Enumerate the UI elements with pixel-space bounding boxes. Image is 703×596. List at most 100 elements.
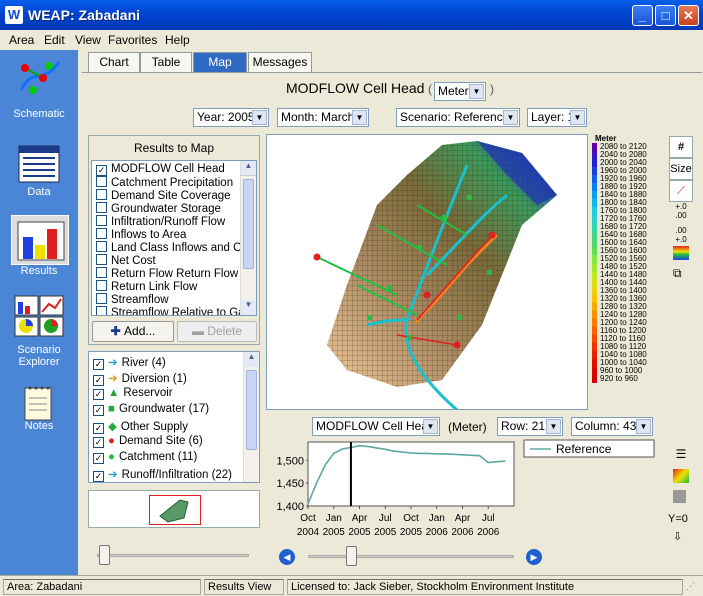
result-item[interactable]: Net Cost	[96, 254, 156, 267]
result-item[interactable]: Return Link Flow	[96, 280, 197, 293]
chart-variable-select[interactable]: MODFLOW Cell Head ▼	[312, 417, 440, 436]
map-layer-item[interactable]: ✓ ■ Groundwater (17)	[93, 403, 209, 416]
checkbox[interactable]	[96, 215, 107, 226]
row-select[interactable]: Row: 21 ▼	[497, 417, 563, 436]
checkbox[interactable]	[96, 280, 107, 291]
maximize-icon[interactable]: □	[655, 5, 676, 26]
scenario-select[interactable]: Scenario: Reference ▼	[396, 108, 520, 127]
result-item[interactable]: Streamflow Relative to Gaug	[96, 306, 256, 315]
month-select[interactable]: Month: March ▼	[277, 108, 369, 127]
checkbox[interactable]	[96, 189, 107, 200]
result-item[interactable]: Groundwater Storage	[96, 202, 221, 215]
increase-decimals-icon[interactable]: +.0.00	[669, 202, 693, 224]
overview-map[interactable]	[88, 490, 260, 528]
tab-chart[interactable]: Chart	[88, 52, 140, 72]
decrease-decimals-icon[interactable]: .00 +.0	[669, 226, 693, 248]
results-list-scrollbar[interactable]: ▲ ▼	[240, 161, 256, 315]
map-layer-item[interactable]: ✓ ◆ Other Supply	[93, 419, 188, 434]
result-item[interactable]: Demand Site Coverage	[96, 189, 231, 202]
result-item[interactable]: Catchment Precipitation	[96, 176, 233, 189]
menu-favorites[interactable]: Favorites	[108, 33, 157, 47]
add-result-button[interactable]: ✚ Add...	[92, 321, 174, 342]
next-month-icon[interactable]: ▶	[526, 549, 542, 565]
result-item[interactable]: Land Class Inflows and Outf	[96, 241, 255, 254]
grid-toggle-button[interactable]: #	[669, 136, 693, 158]
chevron-down-icon[interactable]: ▼	[423, 419, 438, 434]
result-item[interactable]: Inflows to Area	[96, 228, 186, 241]
menu-view[interactable]: View	[75, 33, 101, 47]
tab-table[interactable]: Table	[140, 52, 192, 72]
zoom-slider-thumb[interactable]	[99, 545, 110, 565]
map-layer-item[interactable]: ✓ ➔ Diversion (1)	[93, 371, 187, 386]
checkbox[interactable]: ✓	[93, 471, 104, 482]
checkbox[interactable]	[96, 241, 107, 252]
checkbox[interactable]: ✓	[93, 359, 104, 370]
map-layer-item[interactable]: ✓ ➔ River (4)	[93, 355, 166, 370]
map-layer-item[interactable]: ✓ ● Demand Site (6)	[93, 435, 203, 448]
checkbox[interactable]	[96, 228, 107, 239]
result-item[interactable]: Infiltration/Runoff Flow	[96, 215, 225, 228]
chart-line-icon[interactable]: ⟋	[669, 180, 693, 202]
checkbox[interactable]: ✓	[93, 375, 104, 386]
checkbox[interactable]: ✓	[93, 453, 104, 464]
checkbox[interactable]	[96, 254, 107, 265]
close-icon[interactable]: ✕	[678, 5, 699, 26]
result-item[interactable]: ✓ MODFLOW Cell Head	[96, 163, 225, 176]
view-results[interactable]: Results	[0, 213, 78, 283]
time-slider-track[interactable]	[308, 555, 514, 558]
delete-result-button[interactable]: ▬ Delete	[177, 321, 257, 342]
checkbox[interactable]	[96, 293, 107, 304]
overview-extent-box[interactable]	[149, 495, 201, 525]
chevron-down-icon[interactable]: ▼	[546, 419, 561, 434]
zoom-slider-track[interactable]	[97, 554, 249, 557]
unit-select[interactable]: Meter ▼	[434, 82, 486, 101]
map-canvas[interactable]	[266, 134, 588, 412]
chevron-down-icon[interactable]: ▼	[252, 110, 267, 125]
layer-select[interactable]: Layer: 1 ▼	[527, 108, 587, 127]
prev-month-icon[interactable]: ◀	[279, 549, 295, 565]
chart-color-icon[interactable]	[673, 469, 689, 483]
result-item[interactable]: Return Flow Return Flow Ro	[96, 267, 256, 280]
weap-app-icon[interactable]: W	[5, 6, 23, 24]
resize-grip-icon[interactable]: ⋰	[686, 581, 700, 595]
minimize-icon[interactable]: _	[632, 5, 653, 26]
chevron-down-icon[interactable]: ▼	[503, 110, 518, 125]
column-select[interactable]: Column: 43 ▼	[571, 417, 653, 436]
tab-map[interactable]: Map	[193, 52, 247, 72]
checkbox[interactable]	[96, 267, 107, 278]
checkbox[interactable]: ✓	[93, 405, 104, 416]
chevron-down-icon[interactable]: ▼	[570, 110, 585, 125]
checkbox[interactable]: ✓	[93, 423, 104, 434]
checkbox[interactable]: ✓	[93, 389, 104, 400]
menu-help[interactable]: Help	[165, 33, 190, 47]
chevron-down-icon[interactable]: ▼	[352, 110, 367, 125]
view-data[interactable]: Data	[0, 136, 78, 204]
export-down-icon[interactable]: ⇩	[673, 530, 682, 543]
checkbox[interactable]	[96, 306, 107, 315]
time-slider-thumb[interactable]	[346, 546, 357, 566]
year-select[interactable]: Year: 2005 ▼	[193, 108, 269, 127]
size-button[interactable]: Size	[669, 158, 693, 180]
menu-edit[interactable]: Edit	[44, 33, 65, 47]
color-scheme-icon[interactable]	[673, 246, 689, 260]
checkbox[interactable]	[96, 202, 107, 213]
view-notes[interactable]: Notes	[0, 382, 78, 438]
tab-messages[interactable]: Messages	[248, 52, 312, 72]
map-layer-item[interactable]: ✓ ▲ Reservoir	[93, 387, 173, 400]
result-item[interactable]: Streamflow	[96, 293, 169, 306]
checkbox[interactable]	[96, 176, 107, 187]
chart-style-icon[interactable]	[673, 490, 686, 503]
checkbox[interactable]: ✓	[96, 165, 107, 176]
checkbox[interactable]: ✓	[93, 437, 104, 448]
chevron-down-icon[interactable]: ▼	[636, 419, 651, 434]
view-scenario-explorer[interactable]: Scenario Explorer	[0, 294, 78, 372]
map-layer-item[interactable]: ✓ ➔ Runoff/Infiltration (22)	[93, 467, 232, 482]
chevron-down-icon[interactable]: ▼	[469, 84, 484, 99]
y-zero-button[interactable]: Y=0	[668, 513, 688, 525]
map-layer-item[interactable]: ✓ ● Catchment (11)	[93, 451, 197, 464]
menu-area[interactable]: Area	[9, 33, 34, 47]
copy-icon[interactable]: ⧉	[673, 266, 689, 280]
view-schematic[interactable]: Schematic	[0, 56, 78, 124]
layers-scrollbar[interactable]: ▲	[243, 352, 259, 482]
legend-toggle-icon[interactable]: ☰	[671, 447, 691, 463]
